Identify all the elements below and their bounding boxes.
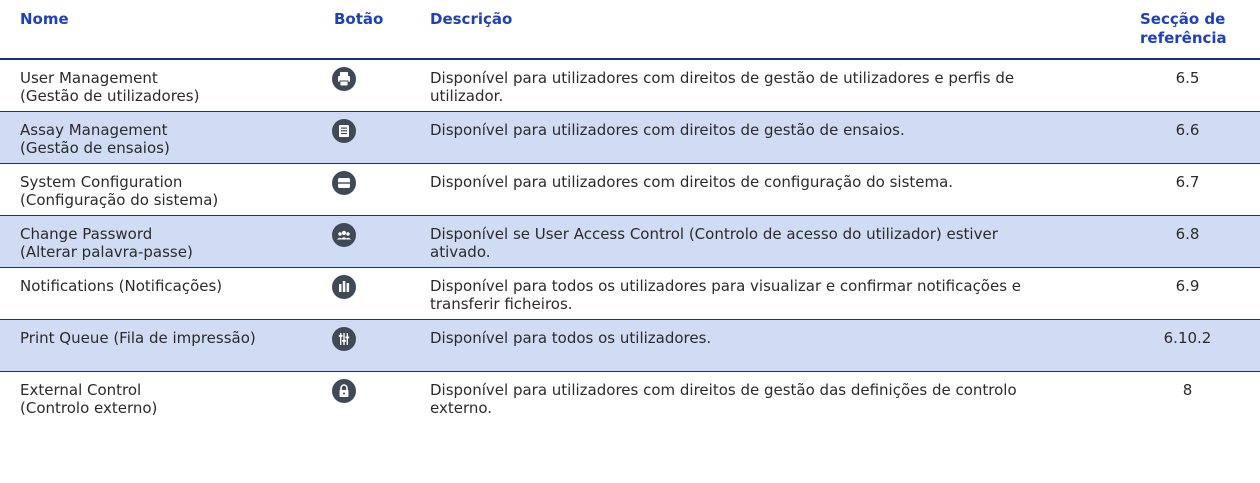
row-name-line2: (Controlo externo)	[20, 399, 158, 417]
table-header: Nome Botão Descrição Secção de referênci…	[0, 0, 1260, 60]
row-reference: 6.10.2	[1163, 329, 1212, 347]
table-row-system-configuration: System Configuration (Configuração do si…	[0, 164, 1260, 216]
lock-icon	[332, 379, 356, 403]
row-description: Disponível para todos os utilizadores.	[430, 329, 1120, 347]
row-description: Disponível para utilizadores com direito…	[430, 173, 1120, 191]
row-description-line1: Disponível para utilizadores com direito…	[430, 69, 1015, 87]
row-name-line1: Notifications (Notificações)	[20, 277, 223, 295]
row-name-line2: (Configuração do sistema)	[20, 191, 219, 209]
row-description: Disponível para utilizadores com direito…	[430, 69, 1120, 105]
row-description: Disponível se User Access Control (Contr…	[430, 225, 1120, 261]
row-description-line1: Disponível para utilizadores com direito…	[430, 381, 1017, 399]
row-description-line2: externo.	[430, 399, 493, 417]
row-name-line1: System Configuration	[20, 173, 183, 191]
header-description: Descrição	[430, 10, 513, 28]
row-name-line1: User Management	[20, 69, 158, 87]
reference-table: Nome Botão Descrição Secção de referênci…	[0, 0, 1260, 424]
row-description-line1: Disponível para todos os utilizadores pa…	[430, 277, 1022, 295]
row-name-line1: Assay Management	[20, 121, 168, 139]
row-reference: 6.5	[1175, 69, 1200, 87]
row-description-line2: ativado.	[430, 243, 491, 261]
row-reference: 8	[1182, 381, 1193, 399]
row-name-line2: (Gestão de utilizadores)	[20, 87, 200, 105]
row-name: Print Queue (Fila de impressão)	[20, 329, 320, 347]
table-row-notifications: Notifications (Notificações) Disponível …	[0, 268, 1260, 320]
row-reference: 6.9	[1175, 277, 1200, 295]
table-row-assay-management: Assay Management (Gestão de ensaios) Dis…	[0, 112, 1260, 164]
sliders-icon	[332, 327, 356, 351]
row-name-line2: (Alterar palavra-passe)	[20, 243, 193, 261]
header-reference-line2: referência	[1140, 29, 1227, 47]
row-description-line1: Disponível para utilizadores com direito…	[430, 173, 954, 191]
row-description: Disponível para todos os utilizadores pa…	[430, 277, 1120, 313]
row-description-line1: Disponível para todos os utilizadores.	[430, 329, 712, 347]
notifications-icon	[332, 275, 356, 299]
table-row-user-management: User Management (Gestão de utilizadores)…	[0, 60, 1260, 112]
header-button: Botão	[334, 10, 384, 28]
server-icon	[332, 171, 356, 195]
row-description-line1: Disponível se User Access Control (Contr…	[430, 225, 998, 243]
row-description-line2: transferir ficheiros.	[430, 295, 573, 313]
list-document-icon	[332, 119, 356, 143]
row-description-line1: Disponível para utilizadores com direito…	[430, 121, 905, 139]
row-description: Disponível para utilizadores com direito…	[430, 121, 1120, 139]
row-reference: 6.7	[1175, 173, 1200, 191]
row-name-line1: Change Password	[20, 225, 153, 243]
printer-icon	[332, 67, 356, 91]
row-reference: 6.8	[1175, 225, 1200, 243]
header-reference: Secção de referência	[1140, 10, 1250, 48]
row-reference: 6.6	[1175, 121, 1200, 139]
row-name-line1: External Control	[20, 381, 142, 399]
users-group-icon	[332, 223, 356, 247]
row-name: Assay Management (Gestão de ensaios)	[20, 121, 320, 157]
row-name: System Configuration (Configuração do si…	[20, 173, 320, 209]
header-name: Nome	[20, 10, 69, 28]
row-name: Notifications (Notificações)	[20, 277, 320, 295]
row-name-line2: (Gestão de ensaios)	[20, 139, 170, 157]
table-row-change-password: Change Password (Alterar palavra-passe) …	[0, 216, 1260, 268]
row-name: External Control (Controlo externo)	[20, 381, 320, 417]
row-name: User Management (Gestão de utilizadores)	[20, 69, 320, 105]
row-name-line1: Print Queue (Fila de impressão)	[20, 329, 256, 347]
row-name: Change Password (Alterar palavra-passe)	[20, 225, 320, 261]
table-row-print-queue: Print Queue (Fila de impressão) Disponív…	[0, 320, 1260, 372]
table-row-external-control: External Control (Controlo externo) Disp…	[0, 372, 1260, 424]
header-reference-line1: Secção de	[1140, 10, 1226, 28]
row-description-line2: utilizador.	[430, 87, 504, 105]
row-description: Disponível para utilizadores com direito…	[430, 381, 1120, 417]
